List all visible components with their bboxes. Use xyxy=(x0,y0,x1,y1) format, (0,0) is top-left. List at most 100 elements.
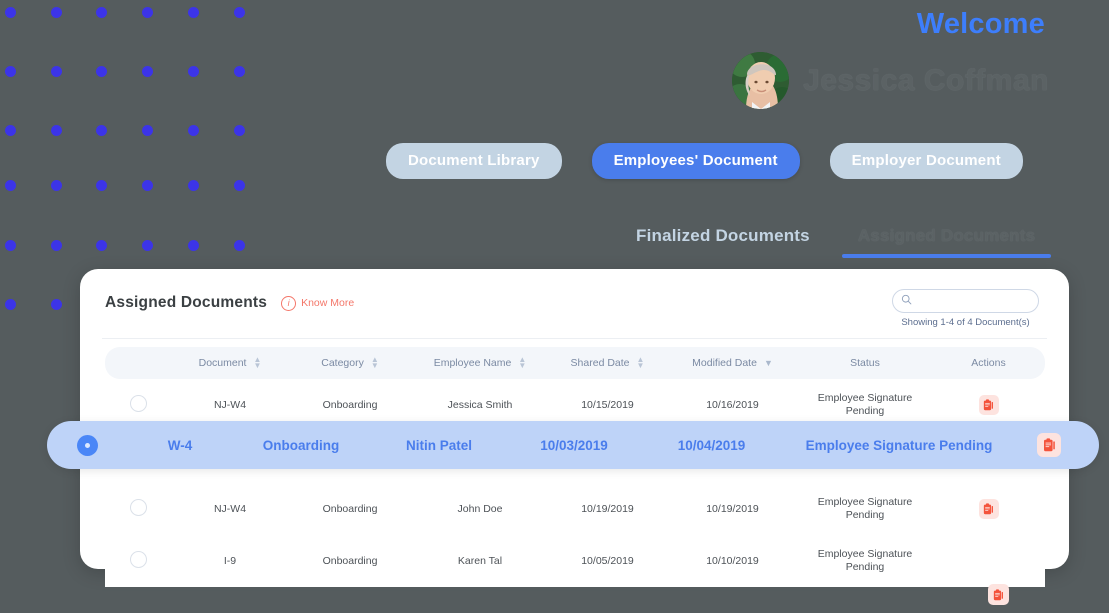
decorative-dot xyxy=(51,66,62,77)
cell-employee-name: Karen Tal xyxy=(412,535,548,587)
decorative-dot xyxy=(5,125,16,136)
search-input[interactable] xyxy=(912,294,1030,308)
column-status-label: Status xyxy=(850,357,880,369)
card-header: Assigned Documents i Know More Showing 1… xyxy=(80,269,1069,328)
column-modified-date-label: Modified Date xyxy=(692,357,757,369)
column-employee-name[interactable]: Employee Name ▲ ▼ xyxy=(412,347,548,379)
cell-employee-name: Nitin Patel xyxy=(405,437,472,453)
decorative-dot xyxy=(142,240,153,251)
sort-icon-category[interactable]: ▲ ▼ xyxy=(371,356,379,370)
document-type-tabs: Document Library Employees' Document Emp… xyxy=(386,143,1023,179)
column-category[interactable]: Category ▲ ▼ xyxy=(287,347,413,379)
decorative-dot xyxy=(51,125,62,136)
column-document[interactable]: Document ▲ ▼ xyxy=(172,347,288,379)
cell-modified-date: 10/19/2019 xyxy=(667,483,798,535)
decorative-dot xyxy=(96,7,107,18)
cell-status: Employee Signature Pending xyxy=(797,535,933,587)
decorative-dot xyxy=(234,180,245,191)
decorative-dot xyxy=(188,7,199,18)
cell-category: Onboarding xyxy=(262,437,340,453)
decorative-dot xyxy=(51,7,62,18)
showing-count: Showing 1-4 of 4 Document(s) xyxy=(901,317,1030,328)
column-category-label: Category xyxy=(321,357,364,369)
decorative-dot xyxy=(234,125,245,136)
tab-assigned-documents[interactable]: Assigned Documents xyxy=(841,222,1052,258)
user-name: Jessica Coffman xyxy=(803,63,1049,97)
cell-status: Employee Signature Pending xyxy=(805,437,993,453)
column-status: Status xyxy=(797,347,933,379)
search-icon xyxy=(901,292,912,310)
decorative-dot xyxy=(5,299,16,310)
decorative-dot xyxy=(5,180,16,191)
decorative-dot xyxy=(188,180,199,191)
decorative-dot xyxy=(96,125,107,136)
column-actions: Actions xyxy=(932,347,1045,379)
table-row[interactable]: NJ-W4 Onboarding John Doe 10/19/2019 10/19/2… xyxy=(104,483,1045,535)
column-actions-label: Actions xyxy=(971,357,1006,369)
sort-icon-shared-date[interactable]: ▲ ▼ xyxy=(637,356,645,370)
cell-employee-name: John Doe xyxy=(412,483,548,535)
column-modified-date[interactable]: Modified Date ▼ xyxy=(667,347,798,379)
tab-document-library[interactable]: Document Library xyxy=(386,143,562,179)
decorative-dot xyxy=(96,240,107,251)
know-more-link[interactable]: i Know More xyxy=(281,295,354,311)
card-title: Assigned Documents xyxy=(105,294,268,311)
decorative-dot xyxy=(234,240,245,251)
clipboard-icon[interactable] xyxy=(978,499,999,519)
table-row-selected[interactable]: W-4 Onboarding Nitin Patel 10/03/2019 10… xyxy=(47,421,1099,469)
clipboard-icon[interactable] xyxy=(978,395,999,415)
clipboard-icon[interactable] xyxy=(1037,433,1061,457)
column-document-label: Document xyxy=(198,357,247,369)
row-radio[interactable] xyxy=(130,395,147,412)
decorative-dot xyxy=(188,125,199,136)
decorative-dot xyxy=(96,180,107,191)
cell-category: Onboarding xyxy=(287,535,413,587)
floating-clipboard-icon[interactable] xyxy=(988,584,1009,605)
decorative-dot xyxy=(142,66,153,77)
decorative-dot xyxy=(96,66,107,77)
cell-document: NJ-W4 xyxy=(172,483,288,535)
column-select xyxy=(104,347,173,379)
sort-icon-document[interactable]: ▲ ▼ xyxy=(253,356,261,370)
table-header: Document ▲ ▼ Category ▲ ▼ Employee Name ▲ ▼ xyxy=(104,347,1045,379)
card-divider xyxy=(102,338,1047,339)
sort-icon-modified-date[interactable]: ▼ xyxy=(764,358,773,367)
cell-modified-date: 10/10/2019 xyxy=(667,535,798,587)
table-row[interactable]: I-9 Onboarding Karen Tal 10/05/2019 10/10/20… xyxy=(104,535,1045,587)
cell-actions[interactable] xyxy=(932,535,1045,587)
cell-modified-date: 10/04/2019 xyxy=(677,437,746,453)
table-body: NJ-W4 Onboarding Jessica Smith 10/15/2019 10… xyxy=(104,379,1045,587)
section-tabs: Finalized Documents Assigned Documents xyxy=(620,222,1052,258)
cell-category: Onboarding xyxy=(287,483,413,535)
decorative-dot xyxy=(188,66,199,77)
search-block: Showing 1-4 of 4 Document(s) xyxy=(892,289,1039,328)
row-radio[interactable] xyxy=(104,483,173,535)
row-radio[interactable] xyxy=(104,535,173,587)
decorative-dot xyxy=(5,7,16,18)
decorative-dot xyxy=(234,66,245,77)
decorative-dot xyxy=(5,66,16,77)
row-radio[interactable] xyxy=(130,551,147,568)
table-header-row: Document ▲ ▼ Category ▲ ▼ Employee Name ▲ ▼ xyxy=(104,347,1045,379)
cell-shared-date: 10/03/2019 xyxy=(540,437,608,453)
tab-employer-document[interactable]: Employer Document xyxy=(829,143,1023,179)
search-box[interactable] xyxy=(892,289,1039,313)
user-block: Jessica Coffman xyxy=(732,52,1049,109)
row-radio-selected[interactable] xyxy=(76,434,98,456)
cell-shared-date: 10/05/2019 xyxy=(547,535,668,587)
decorative-dot xyxy=(142,125,153,136)
cell-actions[interactable] xyxy=(932,483,1045,535)
decorative-dot xyxy=(51,299,62,310)
cell-document: W-4 xyxy=(167,437,193,453)
decorative-dot xyxy=(142,7,153,18)
info-circle-icon: i xyxy=(281,295,297,311)
row-radio[interactable] xyxy=(130,499,147,516)
tab-employees-document[interactable]: Employees' Document xyxy=(591,143,800,179)
tab-finalized-documents[interactable]: Finalized Documents xyxy=(620,222,826,258)
decorative-dot xyxy=(5,240,16,251)
sort-icon-employee-name[interactable]: ▲ ▼ xyxy=(518,356,526,370)
column-shared-date-label: Shared Date xyxy=(570,357,630,369)
column-shared-date[interactable]: Shared Date ▲ ▼ xyxy=(547,347,668,379)
decorative-dot xyxy=(51,240,62,251)
welcome-title: Welcome xyxy=(916,8,1045,40)
